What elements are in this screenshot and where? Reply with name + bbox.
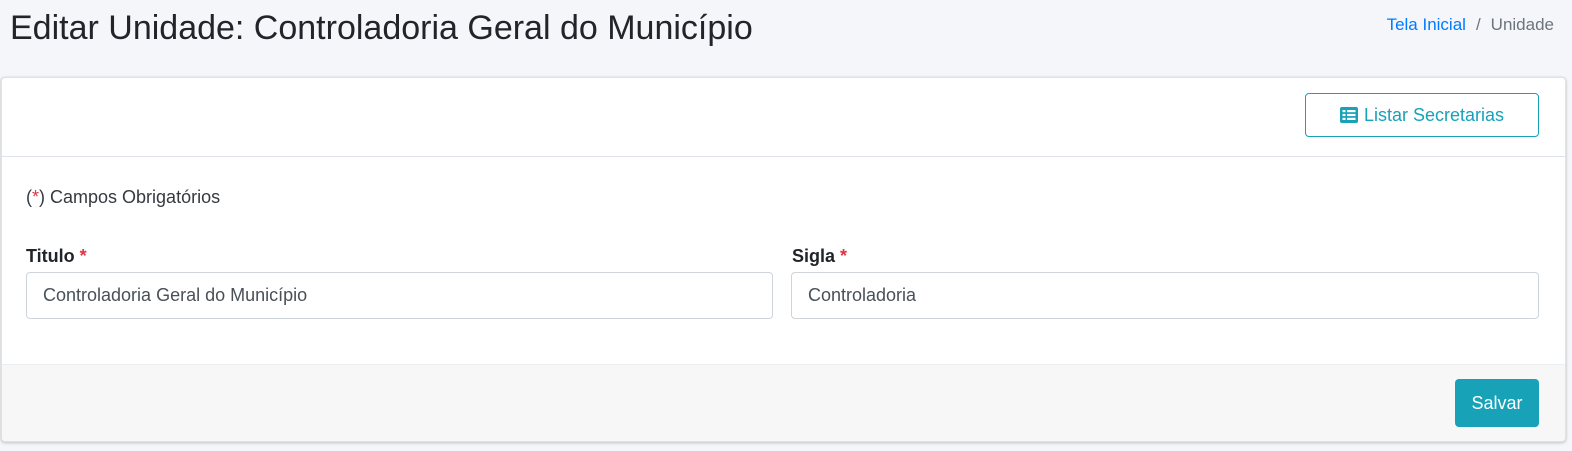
- save-button[interactable]: Salvar: [1455, 379, 1539, 427]
- titulo-required-star: *: [79, 246, 87, 266]
- edit-unit-card: Listar Secretarias (*) Campos Obrigatóri…: [1, 77, 1566, 442]
- titulo-input[interactable]: [26, 272, 773, 319]
- sigla-label-text: Sigla: [792, 246, 836, 266]
- sigla-label: Sigla *: [792, 246, 847, 267]
- titulo-label-text: Titulo: [26, 246, 75, 266]
- required-note-text: Campos Obrigatórios: [45, 187, 221, 207]
- card-header: Listar Secretarias: [2, 78, 1565, 157]
- list-secretarias-button[interactable]: Listar Secretarias: [1305, 93, 1539, 137]
- titulo-label: Titulo *: [26, 246, 87, 267]
- breadcrumb: Tela Inicial / Unidade: [1387, 14, 1554, 36]
- breadcrumb-home-link[interactable]: Tela Inicial: [1387, 14, 1466, 36]
- page-title: Editar Unidade: Controladoria Geral do M…: [10, 9, 753, 47]
- sigla-required-star: *: [840, 246, 848, 266]
- required-note-star: *: [32, 187, 40, 207]
- sigla-input[interactable]: [791, 272, 1539, 319]
- breadcrumb-separator: /: [1475, 15, 1481, 34]
- required-fields-note: (*) Campos Obrigatórios: [26, 187, 220, 208]
- card-footer: Salvar: [2, 364, 1565, 441]
- list-secretarias-label: Listar Secretarias: [1363, 104, 1505, 125]
- breadcrumb-current: Unidade: [1490, 15, 1554, 34]
- list-icon: [1339, 107, 1358, 123]
